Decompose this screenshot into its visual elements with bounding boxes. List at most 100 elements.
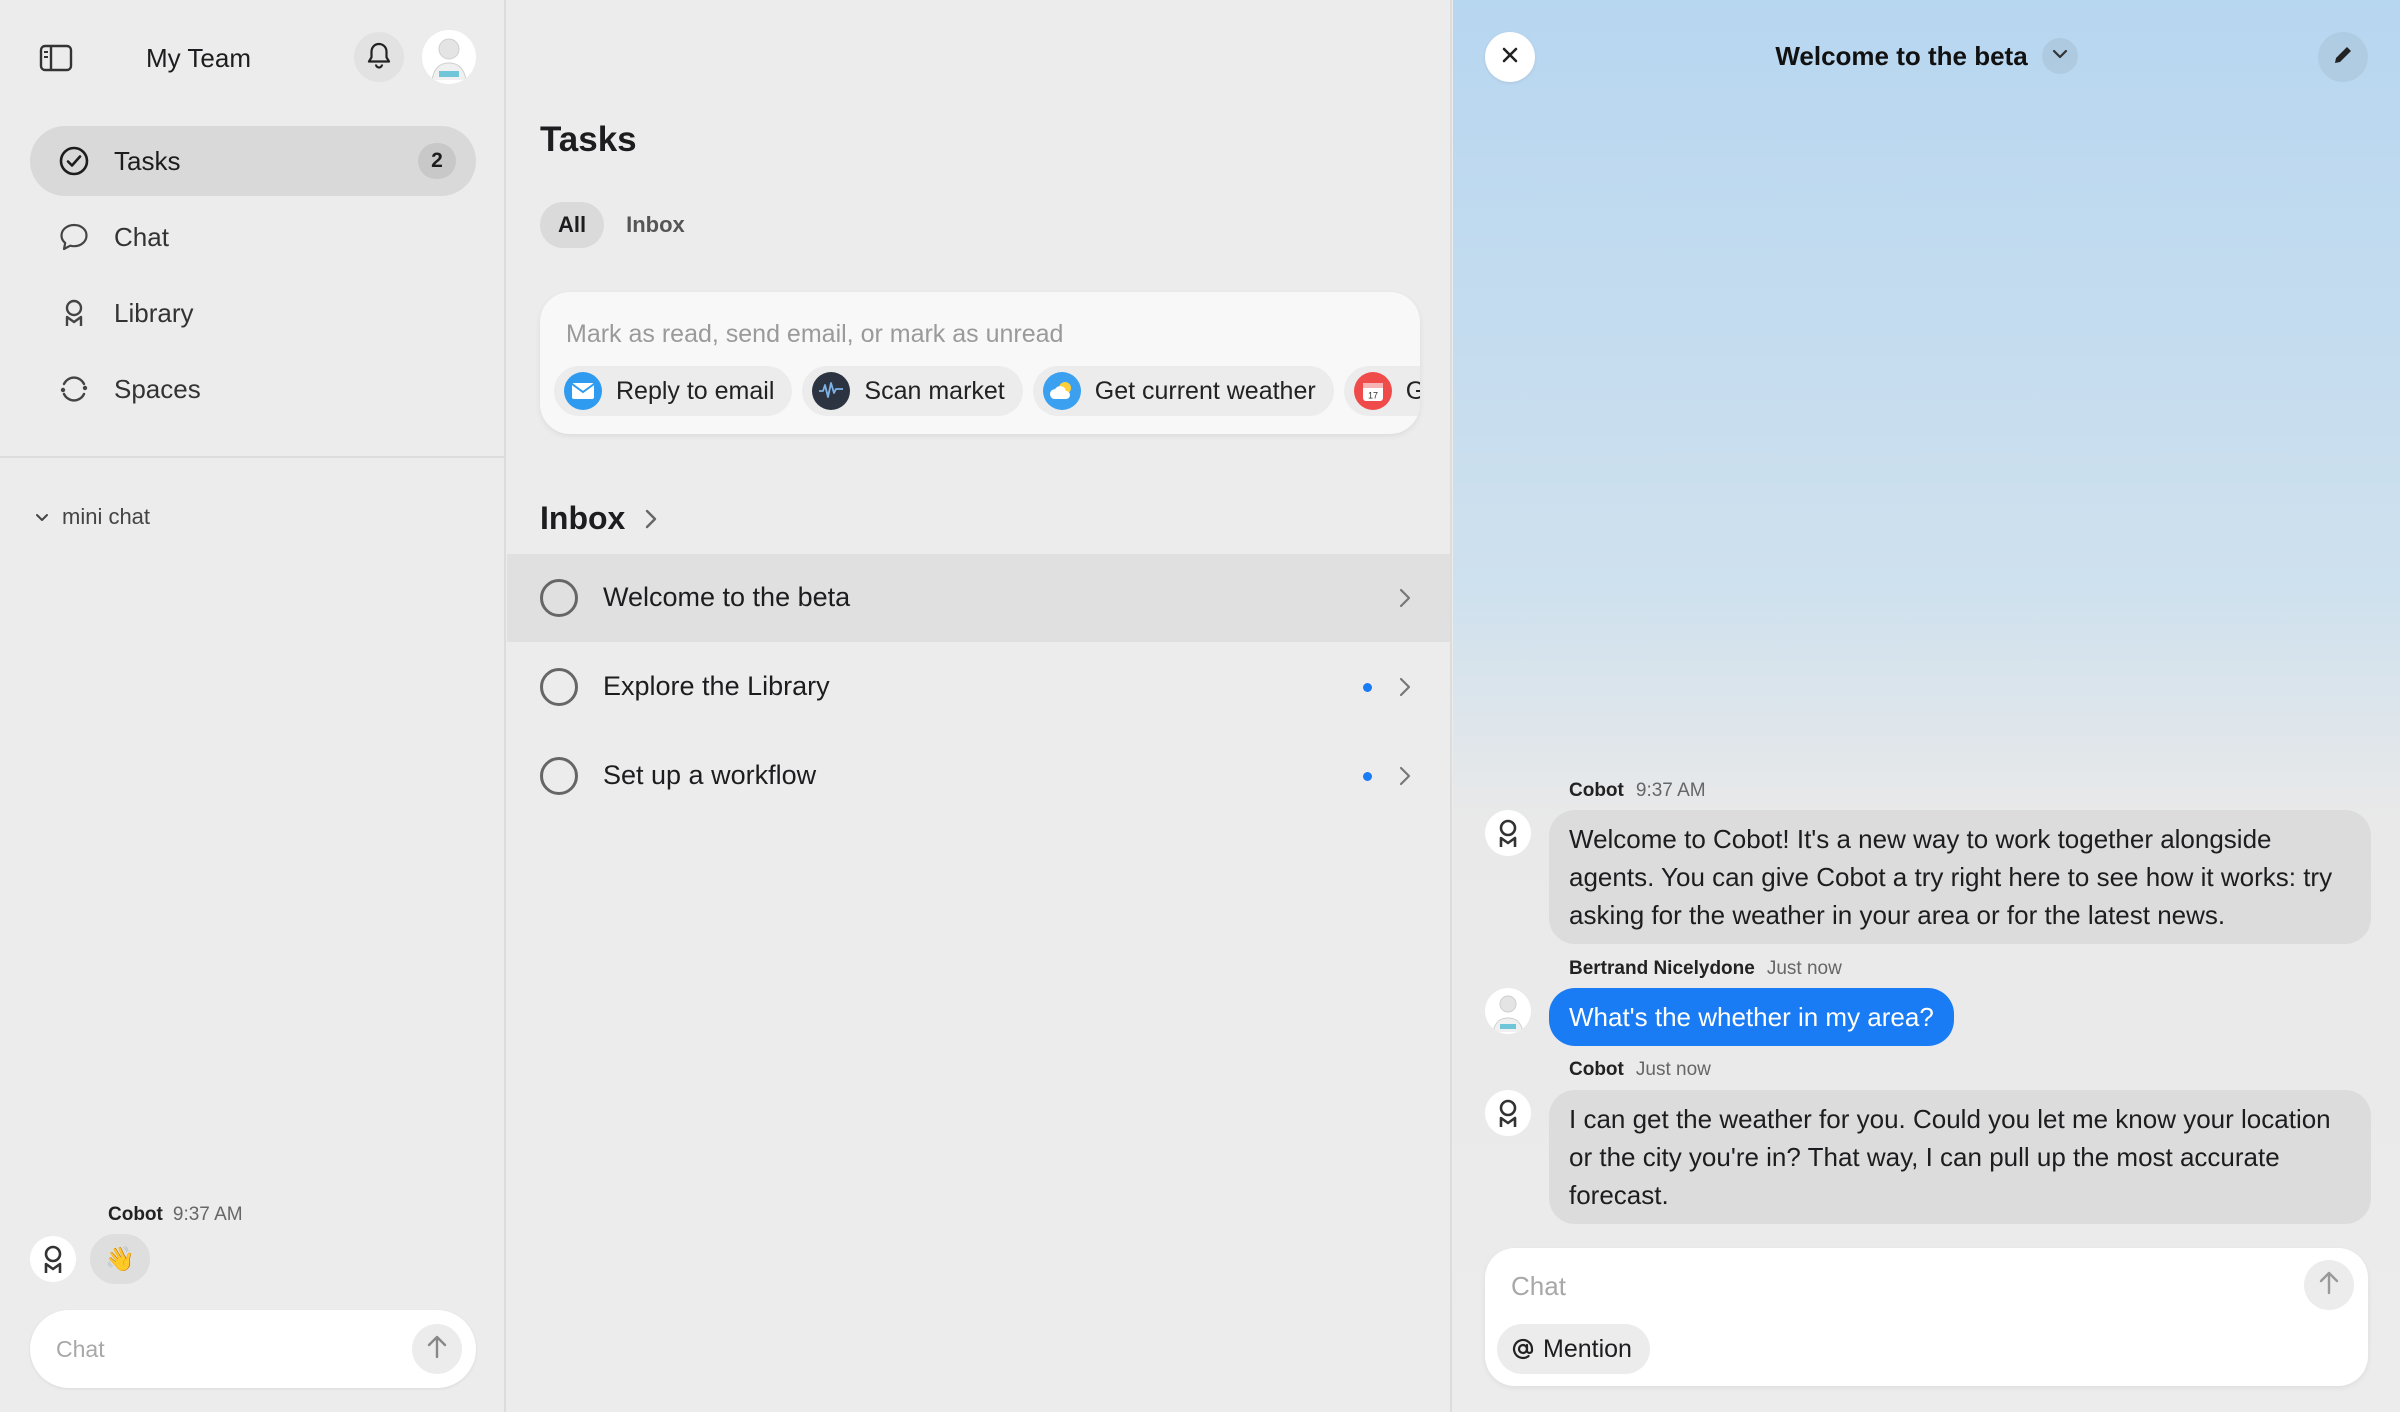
mini-chat-message-meta: Cobot 9:37 AM [108, 1204, 243, 1226]
chip-scan-market[interactable]: Scan market [802, 366, 1023, 416]
person-icon [56, 295, 92, 331]
svg-text:17: 17 [1368, 391, 1378, 401]
message-author: Cobot [1569, 780, 1624, 801]
market-chart-icon [812, 372, 851, 410]
message-bubble-user: What's the whether in my area? [1549, 988, 1954, 1046]
message-time: 9:37 AM [1635, 780, 1706, 801]
chat-title[interactable]: Welcome to the beta [1775, 41, 2027, 72]
chevron-right-icon [643, 506, 659, 532]
chip-label: Reply to email [616, 376, 775, 405]
sidebar-header: My Team [0, 0, 506, 116]
chat-input[interactable] [1511, 1266, 2291, 1306]
edit-button[interactable] [2318, 32, 2368, 82]
calendar-icon: 17 [1353, 372, 1392, 410]
user-avatar[interactable] [422, 30, 476, 84]
arrow-up-icon [2317, 1270, 2341, 1301]
chip-get-current-weather[interactable]: Get current weather [1032, 366, 1334, 416]
task-count-badge: 2 [418, 143, 456, 179]
pencil-icon [2332, 44, 2354, 71]
sidebar-item-label: Tasks [114, 145, 181, 176]
mini-chat-send-button[interactable] [412, 1324, 462, 1374]
cobot-avatar [1485, 810, 1531, 856]
task-checkbox[interactable] [540, 757, 578, 795]
speech-bubble-icon [56, 219, 92, 255]
chevron-down-icon [34, 504, 50, 530]
chip-reply-to-email[interactable]: Reply to email [554, 366, 793, 416]
task-list: Welcome to the beta Explore the Library … [507, 554, 1450, 821]
sidebar-nav: Tasks 2 Chat Library Spaces [30, 126, 476, 430]
message-meta: Cobot 9:37 AM [1569, 780, 1706, 802]
cobot-avatar [30, 1236, 76, 1282]
chip-label: Scan market [864, 376, 1005, 405]
check-circle-icon [56, 143, 92, 179]
sidebar-item-label: Chat [114, 221, 169, 252]
mention-label: Mention [1543, 1334, 1632, 1363]
mini-chat-message-bubble: 👋 [90, 1234, 150, 1284]
task-label: Set up a workflow [603, 760, 817, 790]
command-input[interactable] [566, 314, 1386, 354]
mini-chat-input[interactable] [56, 1330, 396, 1368]
task-checkbox[interactable] [540, 668, 578, 706]
cobot-avatar [1485, 1090, 1531, 1136]
task-label: Explore the Library [603, 671, 830, 701]
suggestion-chips: Reply to email Scan market Get current w… [554, 366, 1420, 416]
page-title: Tasks [540, 120, 637, 159]
mini-chat-toggle[interactable]: mini chat [34, 504, 150, 530]
inbox-header[interactable]: Inbox [540, 500, 659, 537]
message-bubble: I can get the weather for you. Could you… [1549, 1090, 2371, 1224]
weather-icon [1042, 372, 1081, 410]
sidebar-item-library[interactable]: Library [30, 278, 476, 348]
message-bubble: Welcome to Cobot! It's a new way to work… [1549, 810, 2371, 944]
message-meta: Cobot Just now [1569, 1059, 1711, 1081]
filter-tabs: All Inbox [540, 202, 707, 248]
tab-all[interactable]: All [540, 202, 605, 248]
sidebar-item-tasks[interactable]: Tasks 2 [30, 126, 476, 196]
sidebar-item-chat[interactable]: Chat [30, 202, 476, 272]
tab-inbox[interactable]: Inbox [608, 202, 703, 248]
message-time: 9:37 AM [172, 1204, 243, 1225]
message-author: Cobot [108, 1204, 163, 1225]
chevron-right-icon [1391, 762, 1419, 790]
command-box: Reply to email Scan market Get current w… [540, 292, 1420, 434]
task-checkbox[interactable] [540, 579, 578, 617]
user-avatar [1485, 988, 1531, 1034]
sidebar-item-spaces[interactable]: Spaces [30, 354, 476, 424]
sidebar: My Team Tasks 2 Chat Library Spaces mini… [0, 0, 506, 1412]
message-time: Just now [1766, 958, 1842, 979]
task-row[interactable]: Welcome to the beta [507, 554, 1450, 642]
mini-chat-label: mini chat [62, 504, 151, 529]
message-meta: Bertrand Nicelydone Just now [1569, 958, 1842, 980]
sidebar-toggle-icon[interactable] [36, 38, 76, 78]
team-name[interactable]: My Team [146, 40, 251, 76]
message-author: Cobot [1569, 1059, 1624, 1080]
arrow-up-icon [425, 1334, 449, 1365]
message-time: Just now [1635, 1059, 1711, 1080]
message-author: Bertrand Nicelydone [1569, 958, 1755, 979]
chat-panel: Welcome to the beta Cobot 9:37 AM Welcome… [1453, 0, 2400, 1412]
at-sign-icon [1511, 1337, 1535, 1361]
task-label: Welcome to the beta [603, 582, 851, 612]
chat-input-box: Mention [1485, 1248, 2368, 1386]
chip-get-events[interactable]: 17 Get e [1343, 366, 1420, 416]
chat-send-button[interactable] [2304, 1260, 2354, 1310]
chevron-right-icon [1391, 673, 1419, 701]
chip-label: Get e [1405, 376, 1420, 405]
chevron-down-icon [2051, 47, 2069, 65]
chat-title-bar: Welcome to the beta [1453, 38, 2400, 74]
mail-icon [564, 372, 602, 410]
tasks-pane: Tasks All Inbox Reply to email Scan mark… [507, 0, 1452, 1412]
mini-chat-input-box [30, 1310, 476, 1388]
mention-button[interactable]: Mention [1497, 1324, 1650, 1374]
task-row[interactable]: Explore the Library [507, 643, 1450, 731]
title-dropdown-button[interactable] [2041, 38, 2078, 74]
sidebar-divider [0, 456, 506, 458]
notifications-button[interactable] [354, 32, 404, 82]
inbox-title: Inbox [540, 500, 626, 536]
chevron-right-icon [1391, 584, 1419, 612]
task-row[interactable]: Set up a workflow [507, 732, 1450, 820]
sidebar-item-label: Library [114, 297, 194, 328]
sidebar-item-label: Spaces [114, 373, 201, 404]
chip-label: Get current weather [1094, 376, 1316, 405]
refresh-circle-icon [56, 371, 92, 407]
unread-dot [1363, 772, 1372, 781]
